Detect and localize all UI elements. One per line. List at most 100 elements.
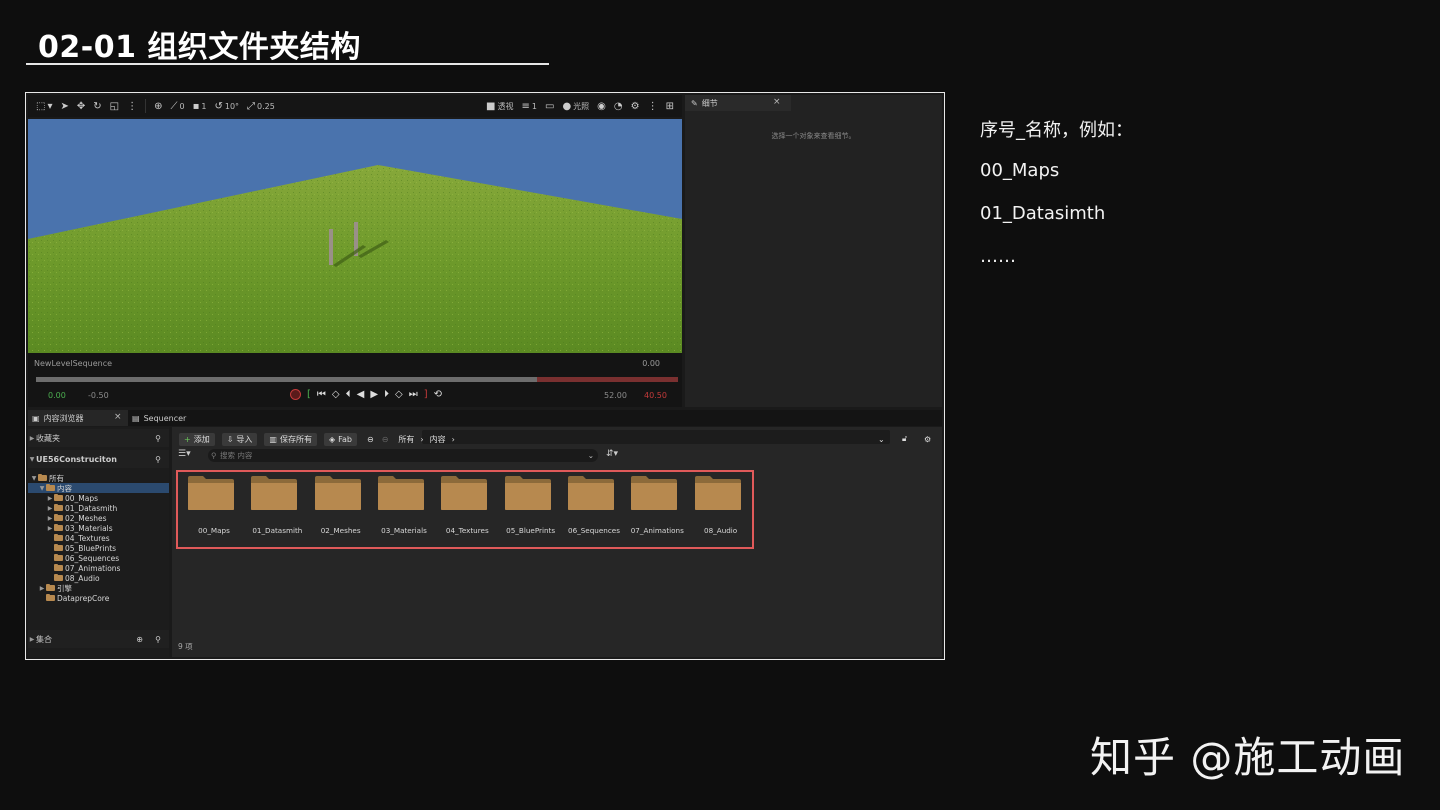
start-time: 0.00 [48,391,66,400]
tree-item[interactable]: ▶ 引擎 [28,583,169,593]
import-button[interactable]: ⇩ 导入 [221,432,258,446]
fab-icon: ◈ [328,434,336,444]
chevron-right-icon[interactable]: ▶ [46,525,54,532]
chevron-right-icon[interactable]: ▶ [46,495,54,502]
add-collection-icon[interactable]: ⊕ [136,635,143,644]
tree-item[interactable]: DataprepCore [28,593,169,603]
chevron-right-icon[interactable]: ▶ [38,585,46,592]
rotation-snap-button[interactable]: ↺ 10° [214,101,239,112]
settings-button[interactable]: ⚙ [631,101,640,112]
fab-button[interactable]: ◈ Fab [323,432,357,446]
tab-sequencer[interactable]: ▤ Sequencer [132,410,186,426]
tab-content-browser[interactable]: ▣ 内容浏览器 × [28,410,128,426]
breadcrumb-content[interactable]: 内容 [430,434,446,445]
play-reverse-icon[interactable]: ◀ [357,389,365,400]
add-button[interactable]: + 添加 [179,432,215,446]
coordinate-space-button[interactable]: ⊕ [154,101,162,112]
filter-button[interactable]: ☰▾ [178,449,191,459]
back-icon[interactable]: ⊖ [367,435,374,444]
jump-to-end-icon[interactable]: ⏭ [409,389,418,400]
tree-item[interactable]: ▼ 内容 [28,483,169,493]
search-icon[interactable]: ⚲ [155,434,161,443]
chevron-right-icon: › [451,434,455,444]
rotation-snap-icon: ↺ [214,100,223,112]
tab-details[interactable]: ✎ 细节 × [685,95,791,111]
chevron-down-icon[interactable]: ⌄ [588,451,594,460]
favorites-header[interactable]: ▶ 收藏夹 ⚲ [28,429,169,447]
scale-snap-value: 0.25 [257,101,275,111]
tree-item[interactable]: 06_Sequences [28,553,169,563]
search-icon[interactable]: ⚲ [155,455,161,464]
tree-item[interactable]: ▼ 所有 [28,473,169,483]
close-icon[interactable]: × [114,412,122,422]
chevron-right-icon[interactable]: ▶ [46,505,54,512]
chevron-right-icon[interactable]: ▶ [46,515,54,522]
step-forward-icon[interactable]: ⏵ [384,389,389,400]
prev-key-icon[interactable]: ◇ [332,389,340,400]
note-line-1: 序号_名称，例如： [980,120,1133,141]
folder-icon [54,573,63,581]
search-icon[interactable]: ⚲ [155,635,161,644]
level-viewport[interactable] [28,119,682,353]
surface-snap-button[interactable]: ⟋ 0 [171,101,185,112]
move-tool-button[interactable]: ✥ [77,101,85,112]
forward-icon[interactable]: ⊖ [382,435,389,444]
toolbar-divider [145,99,147,113]
play-icon[interactable]: ▶ [370,389,378,400]
sort-button[interactable]: ⇵▾ [606,449,618,459]
viewport-menu-button[interactable]: ⋮ [648,101,658,112]
search-input[interactable]: ⚲ 搜索 内容 ⌄ [208,449,598,462]
viewport-toolbar: ⬚ ▾ ➤ ✥ ↻ ◱ ⋮ ⊕ ⟋ 0 ▪ 1 ↺ 10° ⤢ 0.25 ■ 透视 ≡ 1 ▭… [28,95,682,117]
step-back-icon[interactable]: ⏴ [346,389,351,400]
breadcrumb-all[interactable]: 所有 [398,434,414,445]
record-button[interactable] [290,389,301,400]
scale-snap-button[interactable]: ⤢ 0.25 [247,101,275,112]
select-mode-button[interactable]: ⬚ ▾ [36,101,52,112]
performance-button[interactable]: ◔ [614,101,623,112]
breadcrumb: 所有 › 内容 › [398,434,454,445]
collections-header[interactable]: ▶ 集合 ⊕ ⚲ [28,630,169,648]
tree-item[interactable]: 04_Textures [28,533,169,543]
mark-in-icon[interactable]: [ [307,389,311,400]
tree-item[interactable]: ▶ 00_Maps [28,493,169,503]
chevron-down-icon[interactable]: ⌄ [878,435,885,444]
more-options-button[interactable]: ⋮ [127,101,137,112]
viewport-scene [28,119,682,353]
scale-tool-button[interactable]: ◱ [110,101,119,112]
close-icon[interactable]: × [773,97,781,107]
tree-item[interactable]: 07_Animations [28,563,169,573]
project-header[interactable]: ▼ UE56Construciton ⚲ [28,450,169,468]
chevron-down-icon[interactable]: ▼ [30,475,38,482]
tree-item-label: 04_Textures [65,533,110,543]
layout-button[interactable]: ▭ [545,101,554,112]
grid-snap-button[interactable]: ▪ 1 [193,101,207,112]
camera-speed-button[interactable]: ≡ 1 [522,101,537,112]
rotate-tool-button[interactable]: ↻ [93,101,101,112]
jump-to-start-icon[interactable]: ⏮ [317,389,326,400]
kebab-icon: ⋮ [647,100,658,112]
tree-item[interactable]: ▶ 02_Meshes [28,513,169,523]
show-flags-button[interactable]: ◉ [597,101,606,112]
gear-icon[interactable]: ⚙ [924,435,931,444]
tree-item[interactable]: 08_Audio [28,573,169,583]
select-tool-button[interactable]: ➤ [60,101,68,112]
tree-item[interactable]: 05_BluePrints [28,543,169,553]
tree-item-label: DataprepCore [57,593,110,603]
view-mode-button[interactable]: ● 光照 [562,101,589,112]
next-key-icon[interactable]: ◇ [395,389,403,400]
tree-item-label: 08_Audio [65,573,100,583]
timeline-scrubber[interactable] [36,377,678,382]
mark-out-icon[interactable]: ] [424,389,428,400]
details-panel: ✎ 细节 × 选择一个对象来查看细节。 [685,95,942,407]
chevron-down-icon[interactable]: ▼ [38,485,46,492]
chevron-right-icon: ▶ [29,635,35,643]
cursor-icon: ➤ [60,100,69,112]
perspective-button[interactable]: ■ 透视 [486,101,513,112]
tree-item[interactable]: ▶ 01_Datasmith [28,503,169,513]
tree-item[interactable]: ▶ 03_Materials [28,523,169,533]
save-all-button[interactable]: ▥ 保存所有 [264,432,317,446]
collections-label: 集合 [36,634,52,644]
viewport-layout-button[interactable]: ⊞ [666,101,674,112]
loop-icon[interactable]: ⟲ [434,389,442,400]
lock-icon[interactable]: 🔓︎ [902,434,907,444]
